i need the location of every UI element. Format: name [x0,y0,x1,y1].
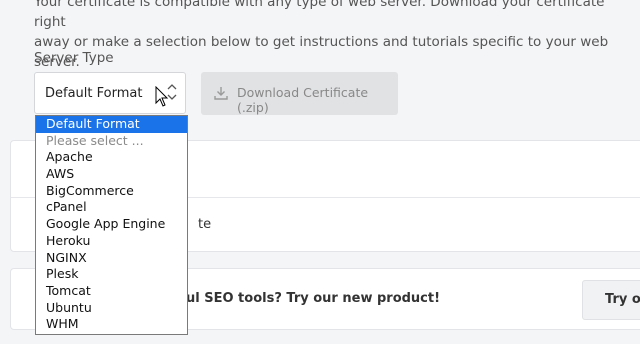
mouse-cursor-icon [155,86,169,107]
option-apache[interactable]: Apache [36,149,187,166]
intro-text: Your certificate is compatible with any … [34,0,634,72]
option-ubuntu[interactable]: Ubuntu [36,300,187,317]
try-product-label: Try ou [605,292,640,307]
promo-text: ul SEO tools? Try our new product! [186,291,441,306]
server-type-label: Server Type [34,50,114,66]
download-certificate-button[interactable]: Download Certificate (.zip) [201,72,398,115]
download-icon [214,87,228,100]
option-nginx[interactable]: NGINX [36,250,187,267]
option-cpanel[interactable]: cPanel [36,199,187,216]
try-product-button[interactable]: Try ou [582,280,640,320]
option-aws[interactable]: AWS [36,166,187,183]
server-type-dropdown-list[interactable]: Default Format Please select ... Apache … [35,115,188,335]
option-whm[interactable]: WHM [36,316,187,333]
option-plesk[interactable]: Plesk [36,266,187,283]
server-type-selected-value: Default Format [45,86,143,101]
option-bigcommerce[interactable]: BigCommerce [36,183,187,200]
option-google-app-engine[interactable]: Google App Engine [36,216,187,233]
option-default-format[interactable]: Default Format [36,116,187,133]
download-certificate-label: Download Certificate (.zip) [237,85,369,115]
instructions-card-text: te [198,217,212,232]
option-tomcat[interactable]: Tomcat [36,283,187,300]
option-heroku[interactable]: Heroku [36,233,187,250]
intro-line-2: away or make a selection below to get in… [34,34,609,70]
option-please-select[interactable]: Please select ... [36,133,187,150]
intro-line-1: Your certificate is compatible with any … [34,0,605,30]
